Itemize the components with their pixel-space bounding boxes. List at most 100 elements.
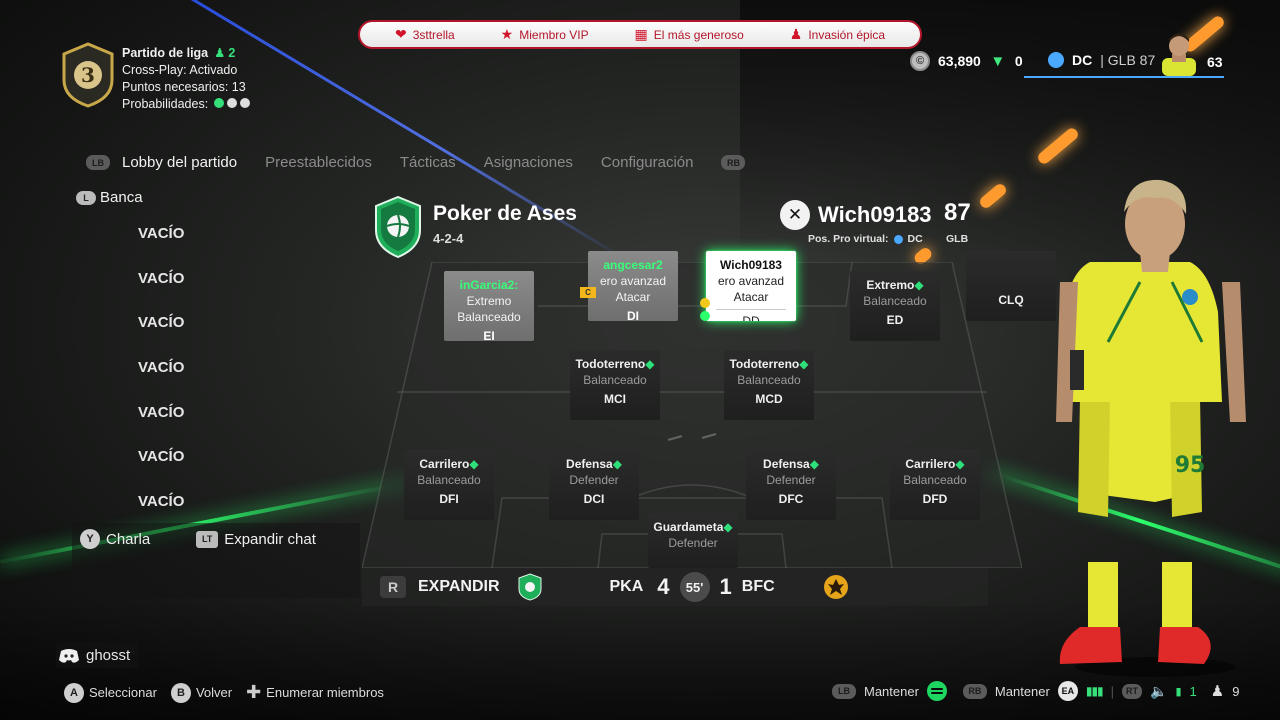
tab-tactics[interactable]: Tácticas [400, 154, 456, 171]
card-position: MCI [604, 392, 626, 406]
card-role: Carrilero◆ [404, 456, 494, 472]
bench-slot[interactable]: VACÍO [138, 314, 184, 359]
heart-icon: ❤ [394, 26, 407, 42]
team-crest-icon [375, 196, 421, 258]
y-button[interactable]: Y [80, 529, 100, 549]
pro-position-label: Pos. Pro virtual: [808, 233, 889, 245]
list-members-control[interactable]: ✚ Enumerar miembros [246, 682, 384, 703]
talk-label[interactable]: Charla [106, 531, 150, 548]
select-control[interactable]: A Seleccionar [64, 682, 157, 703]
plus-icon: ◆ [955, 457, 965, 471]
b-button[interactable]: B [170, 682, 191, 703]
rb-button[interactable]: RB [721, 155, 746, 170]
formation-card-dd[interactable]: Wich09183 ero avanzad Atacar DD [706, 251, 796, 321]
select-label: Seleccionar [89, 685, 157, 700]
rt-button[interactable]: RT [1122, 683, 1143, 699]
plus-icon: ◆ [809, 457, 819, 471]
card-role [966, 257, 1056, 273]
user-header: ✕ Wich09183 [780, 200, 932, 230]
position-label: DC [1072, 52, 1093, 68]
xbox-icon: ✕ [780, 200, 810, 230]
star-icon: ★ [500, 26, 514, 42]
card-player-name: Wich09183 [720, 258, 782, 272]
odds-dots [214, 96, 253, 113]
achievement-item: ▦ El más generoso [635, 26, 744, 43]
formation-card-ed[interactable]: Extremo◆ Balanceado ED [850, 271, 940, 341]
card-role-text: Defensa [763, 457, 810, 471]
a-button[interactable]: A [64, 682, 84, 703]
lt-button[interactable]: LT [196, 530, 219, 548]
card-role-text: Todoterreno [575, 357, 646, 371]
formation-card-clq[interactable]: CLQ [966, 251, 1056, 321]
user-glb: GLB [946, 233, 969, 245]
expand-label[interactable]: EXPANDIR [418, 578, 500, 596]
bench-slot[interactable]: VACÍO [138, 359, 184, 404]
card-position: DCI [583, 492, 605, 506]
card-role: Carrilero◆ [890, 456, 980, 472]
players-count-value: 2 [228, 46, 236, 60]
bench-slot[interactable]: VACÍO [138, 225, 184, 270]
bottom-controls: A Seleccionar B Volver ✚ Enumerar miembr… [64, 682, 384, 703]
lb-button[interactable]: LB [86, 155, 110, 170]
formation-card-di[interactable]: angcesar2 ero avanzad Atacar DI [588, 251, 678, 321]
card-style: Balanceado [457, 310, 521, 324]
user-gamertag: Wich09183 [818, 202, 932, 227]
formation-card-ei[interactable]: inGarcia2: Extremo Balanceado EI [444, 271, 534, 341]
formation-card-dfc[interactable]: Defensa◆ Defender DFC [746, 450, 836, 520]
tab-presets[interactable]: Preestablecidos [265, 154, 372, 171]
formation-card-gk[interactable]: Guardameta◆ Defender [648, 513, 738, 568]
back-control[interactable]: B Volver [170, 682, 232, 703]
tab-assignments[interactable]: Asignaciones [484, 154, 573, 171]
spotify-icon[interactable] [926, 681, 947, 701]
achievement-item: ❤ 3sttrella [395, 26, 455, 43]
plus-icon: ◆ [612, 457, 622, 471]
ready-icon [700, 298, 710, 308]
bench-slot[interactable]: VACÍO [138, 404, 184, 449]
formation-card-mcd[interactable]: Todoterreno◆ Balanceado MCD [724, 350, 814, 420]
bench-slot[interactable]: VACÍO [138, 448, 184, 493]
home-crest-icon [518, 573, 541, 601]
achievement-item: ♟ Invasión épica [790, 26, 885, 43]
tab-lobby[interactable]: Lobby del partido [122, 154, 237, 171]
right-stick-icon[interactable]: R [380, 576, 406, 598]
position-underline [1024, 76, 1224, 78]
card-style: Balanceado [583, 373, 647, 387]
rb-hold-button[interactable]: RB [962, 683, 987, 699]
card-position: CLQ [998, 293, 1024, 307]
formation-card-mci[interactable]: Todoterreno◆ Balanceado MCI [570, 350, 660, 420]
card-position: MCD [755, 392, 783, 406]
gift-icon: ▦ [634, 26, 648, 42]
bench-slot[interactable]: VACÍO [138, 270, 184, 315]
position-dot-icon [893, 234, 903, 244]
connected-icon [700, 311, 710, 321]
card-role-text: Extremo [866, 278, 915, 292]
card-style [966, 273, 1056, 289]
card-role: Defensa◆ [746, 456, 836, 472]
card-position: DFD [922, 492, 948, 506]
expand-chat-label[interactable]: Expandir chat [224, 531, 316, 548]
formation-card-dfi[interactable]: Carrilero◆ Balanceado DFI [404, 450, 494, 520]
hold-label: Mantener [864, 683, 919, 699]
group-icon: ♟ [1210, 683, 1225, 700]
glb-info: | GLB 87 [1100, 52, 1156, 68]
glb-label: GLB [1107, 52, 1136, 68]
lb-hold-button[interactable]: LB [832, 683, 856, 699]
league-info: Partido de liga ♟ 2 Cross-Play: Activado… [122, 45, 253, 113]
bench-header: L Banca [76, 189, 143, 206]
discord-username: ghosst [86, 647, 131, 664]
speaker-icon[interactable]: 🔈 [1150, 683, 1167, 700]
formation-card-dfd[interactable]: Carrilero◆ Balanceado DFD [890, 450, 980, 520]
odds-label: Probabilidades: [122, 97, 209, 111]
card-player-name: inGarcia2: [459, 278, 519, 292]
coin-icon: © [910, 51, 930, 71]
ea-icon[interactable]: EA [1057, 681, 1078, 701]
card-style: Balanceado [737, 373, 801, 387]
signal-icon: ▮▮▮ [1085, 684, 1104, 698]
discord-icon [59, 648, 79, 663]
away-team-abbr: BFC [741, 578, 775, 595]
formation-card-dci[interactable]: Defensa◆ Defender DCI [549, 450, 639, 520]
odds-dot-icon [214, 98, 225, 108]
card-role: Extremo [444, 293, 534, 309]
card-style: Balanceado [863, 294, 927, 308]
tab-settings[interactable]: Configuración [601, 154, 694, 171]
